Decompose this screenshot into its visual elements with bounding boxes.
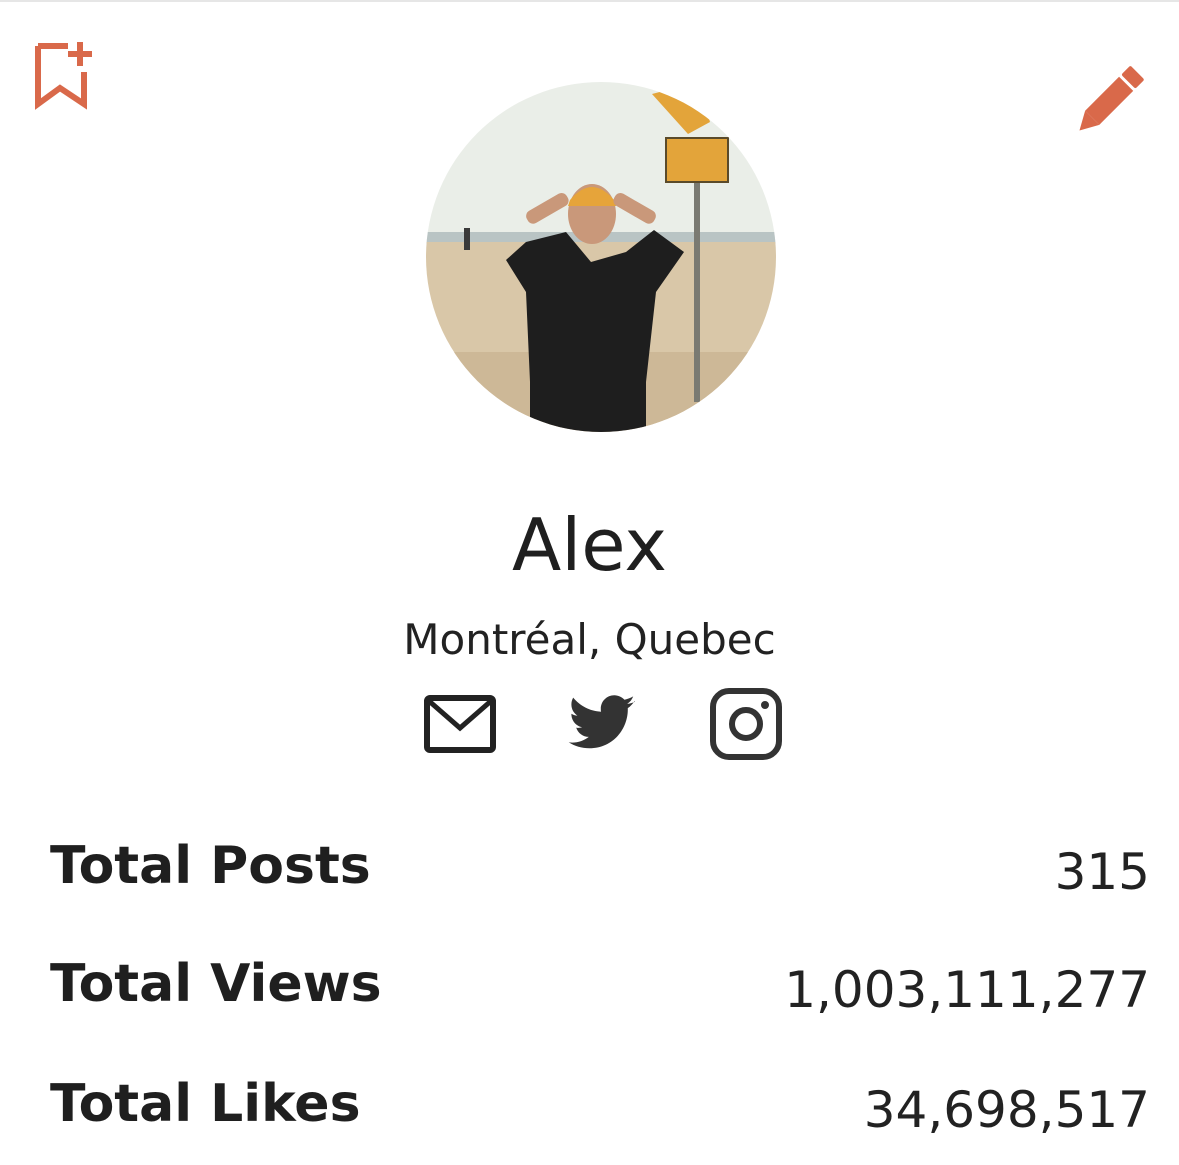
stat-label-likes: Total Likes: [50, 1074, 361, 1134]
instagram-link[interactable]: [708, 688, 784, 760]
stat-row-posts: Total Posts 315: [50, 830, 1150, 910]
social-links: [0, 688, 1179, 760]
stat-row-likes: Total Likes 34,698,517: [50, 1068, 1150, 1148]
stat-label-posts: Total Posts: [50, 836, 371, 896]
profile-name: Alex: [512, 503, 667, 587]
email-link[interactable]: [422, 688, 498, 760]
stat-row-views: Total Views 1,003,111,277: [50, 948, 1150, 1028]
stat-value-posts: 315: [1054, 843, 1150, 901]
instagram-icon: [710, 688, 782, 760]
bookmark-add-icon: [35, 42, 92, 110]
bookmark-add-button[interactable]: [28, 38, 100, 110]
profile-location: Montréal, Quebec: [403, 615, 776, 664]
profile-photo: [426, 82, 776, 432]
mail-icon: [424, 695, 496, 753]
profile-avatar: [426, 82, 776, 432]
twitter-icon: [568, 695, 635, 749]
stat-value-views: 1,003,111,277: [784, 961, 1150, 1019]
stat-label-views: Total Views: [50, 954, 382, 1014]
twitter-link[interactable]: [564, 688, 640, 760]
stat-value-likes: 34,698,517: [863, 1081, 1150, 1139]
pencil-icon: [1079, 66, 1144, 131]
edit-profile-button[interactable]: [1072, 58, 1152, 138]
top-divider: [0, 0, 1179, 2]
